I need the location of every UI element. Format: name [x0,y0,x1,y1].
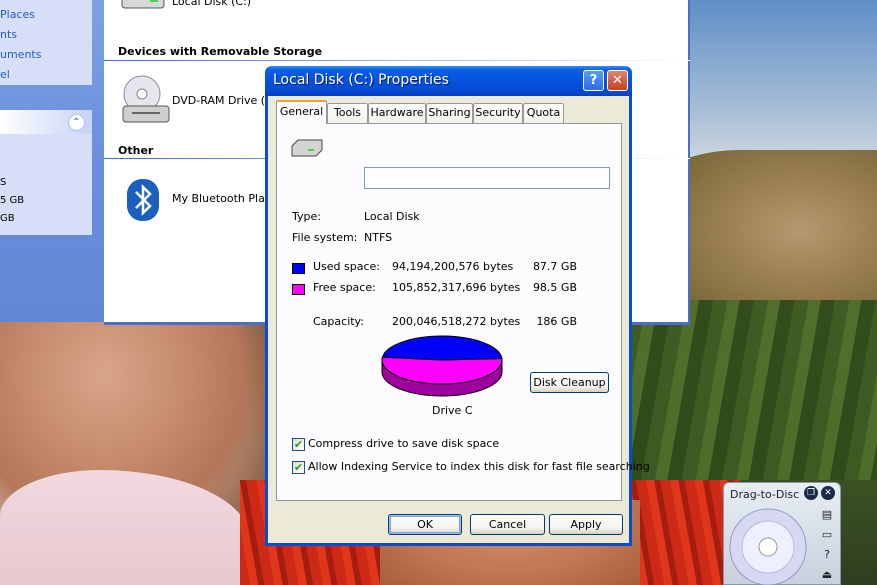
indexing-label: Allow Indexing Service to index this dis… [308,460,650,473]
details-box: ⌃ S 5 GB GB [0,110,92,235]
compress-checkbox[interactable]: ✔ [292,438,305,451]
indexing-checkbox[interactable]: ✔ [292,461,305,474]
dvd-drive-icon[interactable] [120,74,172,126]
drag-to-disc-gadget[interactable]: Drag-to-Disc ❐ ✕ ▤ ▭ ? ⏏ [723,482,841,585]
capacity-label: Capacity: [313,315,364,328]
task-link-documents[interactable]: nts [0,28,17,41]
details-text-3: GB [0,213,15,224]
disc-icon[interactable] [728,505,808,585]
tab-tools[interactable]: Tools [327,103,368,123]
compress-label: Compress drive to save disk space [308,437,500,450]
drive-name-input[interactable] [364,167,610,189]
help-icon: ? [589,73,598,88]
used-space-label: Used space: [313,260,381,273]
task-link-control-panel[interactable]: el [0,68,10,81]
filesystem-value: NTFS [364,231,393,244]
type-label: Type: [292,210,321,223]
divider [293,252,607,253]
dialog-client: General Tools Hardware Sharing Security … [268,96,650,543]
task-link-my-documents[interactable]: uments [0,48,41,61]
divider [293,200,607,201]
tab-quota[interactable]: Quota [523,103,564,123]
free-space-bytes: 105,852,317,696 bytes [392,281,521,294]
capacity-bytes: 200,046,518,272 bytes [392,315,521,328]
dialog-titlebar[interactable]: Local Disk (C:) Properties ? ✕ [265,66,632,96]
restore-icon[interactable]: ❐ [804,486,818,500]
drive-caption: Drive C [432,404,473,417]
section-other: Other [118,144,154,157]
task-pane: Places nts uments el ⌃ S 5 GB GB [0,0,104,322]
task-link-places[interactable]: Places [0,8,35,21]
tab-general[interactable]: General [276,100,327,124]
disk-cleanup-button[interactable]: Disk Cleanup [530,372,609,393]
list-icon[interactable]: ▤ [818,507,836,523]
free-space-label: Free space: [313,281,376,294]
tab-security[interactable]: Security [473,103,523,123]
close-icon: ✕ [612,73,623,88]
filesystem-label: File system: [292,231,358,244]
bluetooth-icon[interactable] [126,178,160,222]
cancel-button[interactable]: Cancel [470,514,545,535]
eject-icon[interactable]: ⏏ [818,567,836,583]
tab-hardware[interactable]: Hardware [368,103,426,123]
type-value: Local Disk [364,210,420,223]
used-space-bytes: 94,194,200,576 bytes [392,260,514,273]
free-space-swatch [292,284,305,295]
section-divider [104,60,690,61]
dvd-drive-label[interactable]: DVD-RAM Drive (D: [172,94,277,107]
section-removable-storage: Devices with Removable Storage [118,45,323,58]
ok-button[interactable]: OK [388,514,462,535]
properties-dialog: Local Disk (C:) Properties ? ✕ General T… [265,66,650,546]
folder-icon[interactable]: ▭ [818,527,836,543]
general-tab-panel: Type: Local Disk File system: NTFS Used … [276,123,650,501]
help-icon[interactable]: ? [818,547,836,563]
used-space-size: 87.7 GB [532,260,577,273]
divider [293,305,607,306]
tab-sharing[interactable]: Sharing [426,103,473,123]
hard-drive-icon [121,0,165,9]
details-text-1: S [0,177,7,188]
gadget-title: Drag-to-Disc [730,488,800,501]
hard-drive-icon [291,139,323,157]
capacity-size: 186 GB [536,315,577,328]
other-places-box: Places nts uments el [0,0,92,85]
pie-used-slice [381,335,503,361]
disk-usage-pie [381,335,503,397]
close-button[interactable]: ✕ [607,70,628,91]
apply-button[interactable]: Apply [549,514,623,535]
collapse-chevron-icon[interactable]: ⌃ [68,114,85,131]
free-space-size: 98.5 GB [532,281,577,294]
divider [293,420,607,421]
local-disk-item[interactable]: Local Disk (C:) [172,0,251,8]
used-space-swatch [292,263,305,274]
details-box-header[interactable]: ⌃ [0,110,92,134]
details-text-2: 5 GB [0,195,25,206]
close-icon[interactable]: ✕ [821,486,835,500]
help-button[interactable]: ? [583,70,604,91]
dialog-title: Local Disk (C:) Properties [273,72,449,88]
